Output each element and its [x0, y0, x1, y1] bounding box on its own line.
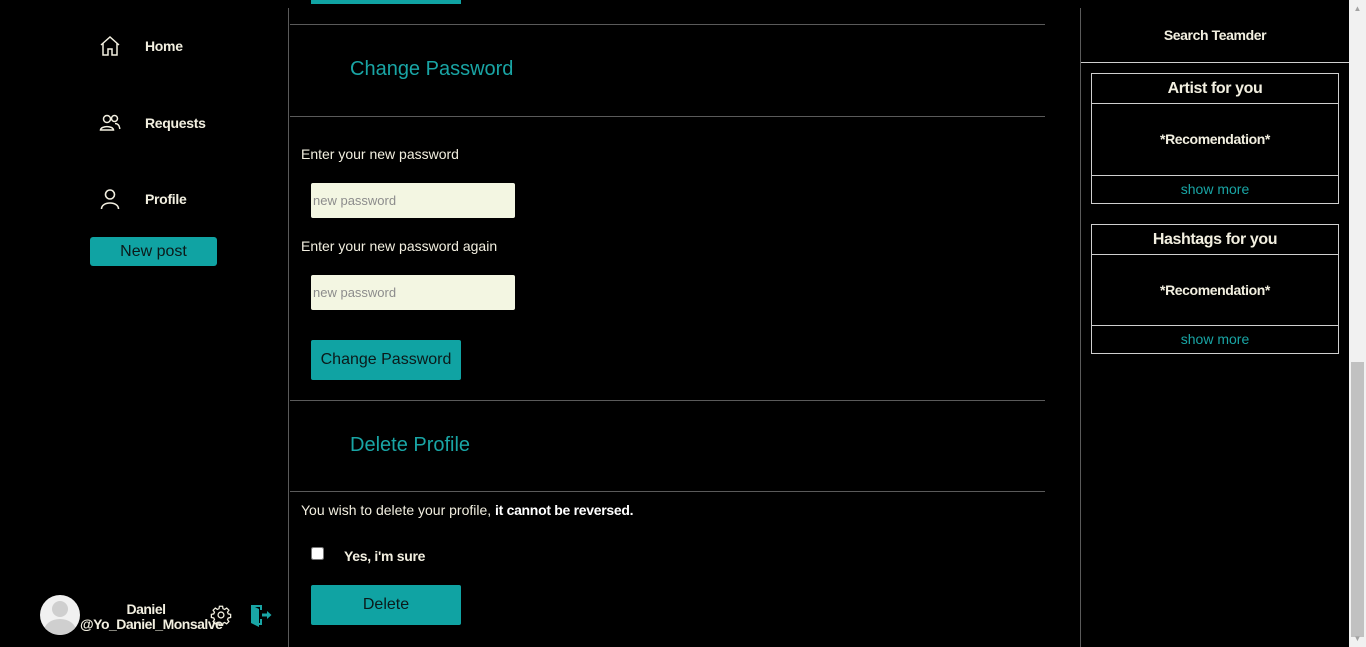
- delete-profile-title: Delete Profile: [350, 434, 471, 456]
- artist-recommendation: *Recomendation*: [1092, 104, 1338, 176]
- delete-button[interactable]: Delete: [311, 585, 461, 625]
- scroll-down-icon[interactable]: ▼: [1349, 630, 1366, 647]
- delete-warning-bold: it cannot be reversed.: [495, 502, 634, 518]
- home-icon: [100, 35, 120, 56]
- divider: [290, 116, 1045, 117]
- user-handle: @Yo_Daniel_Monsalve: [80, 616, 223, 632]
- change-password-title: Change Password: [350, 58, 514, 80]
- user-icon: [100, 189, 120, 210]
- users-icon: [99, 114, 121, 131]
- confirm-password-label: Enter your new password again: [301, 238, 498, 254]
- search-teamder[interactable]: Search Teamder: [1081, 27, 1349, 43]
- artist-box: Artist for you *Recomendation* show more: [1091, 73, 1339, 204]
- avatar[interactable]: [40, 595, 80, 635]
- scrollbar-thumb[interactable]: [1351, 362, 1364, 637]
- divider: [290, 24, 1045, 25]
- artist-show-more-link[interactable]: show more: [1092, 176, 1338, 203]
- sidebar-item-label: Profile: [145, 191, 187, 207]
- hashtag-box: Hashtags for you *Recomendation* show mo…: [1091, 224, 1339, 354]
- confirm-password-input[interactable]: [311, 275, 515, 310]
- divider: [290, 491, 1045, 492]
- user-info: Daniel @Yo_Daniel_Monsalve: [80, 601, 223, 632]
- sidebar-item-home[interactable]: Home: [98, 34, 183, 58]
- new-password-label: Enter your new password: [301, 146, 459, 162]
- confirm-delete-label[interactable]: Yes, i'm sure: [344, 548, 425, 564]
- main-left-border: [288, 8, 289, 647]
- sidebar-item-requests[interactable]: Requests: [98, 111, 206, 135]
- logout-icon[interactable]: [249, 603, 273, 627]
- confirm-delete-checkbox[interactable]: [311, 547, 324, 560]
- new-post-button[interactable]: New post: [90, 237, 217, 266]
- hashtag-recommendation: *Recomendation*: [1092, 255, 1338, 326]
- delete-warning-text: You wish to delete your profile,: [301, 502, 496, 518]
- divider: [290, 400, 1045, 401]
- scrolled-button-edge[interactable]: [311, 0, 461, 4]
- hashtag-box-title: Hashtags for you: [1092, 225, 1338, 255]
- sidebar-item-label: Requests: [145, 115, 206, 131]
- delete-warning: You wish to delete your profile, it cann…: [301, 502, 633, 518]
- hashtag-show-more-link[interactable]: show more: [1092, 326, 1338, 353]
- sidebar-item-label: Home: [145, 38, 183, 54]
- sidebar-item-profile[interactable]: Profile: [98, 187, 187, 211]
- scroll-up-icon[interactable]: ▲: [1349, 0, 1366, 17]
- new-password-input[interactable]: [311, 183, 515, 218]
- gear-icon[interactable]: [210, 604, 232, 626]
- main-right-border: [1080, 8, 1081, 647]
- user-name: Daniel: [126, 601, 166, 617]
- artist-box-title: Artist for you: [1092, 74, 1338, 104]
- change-password-button[interactable]: Change Password: [311, 340, 461, 380]
- right-panel-divider: [1081, 62, 1349, 63]
